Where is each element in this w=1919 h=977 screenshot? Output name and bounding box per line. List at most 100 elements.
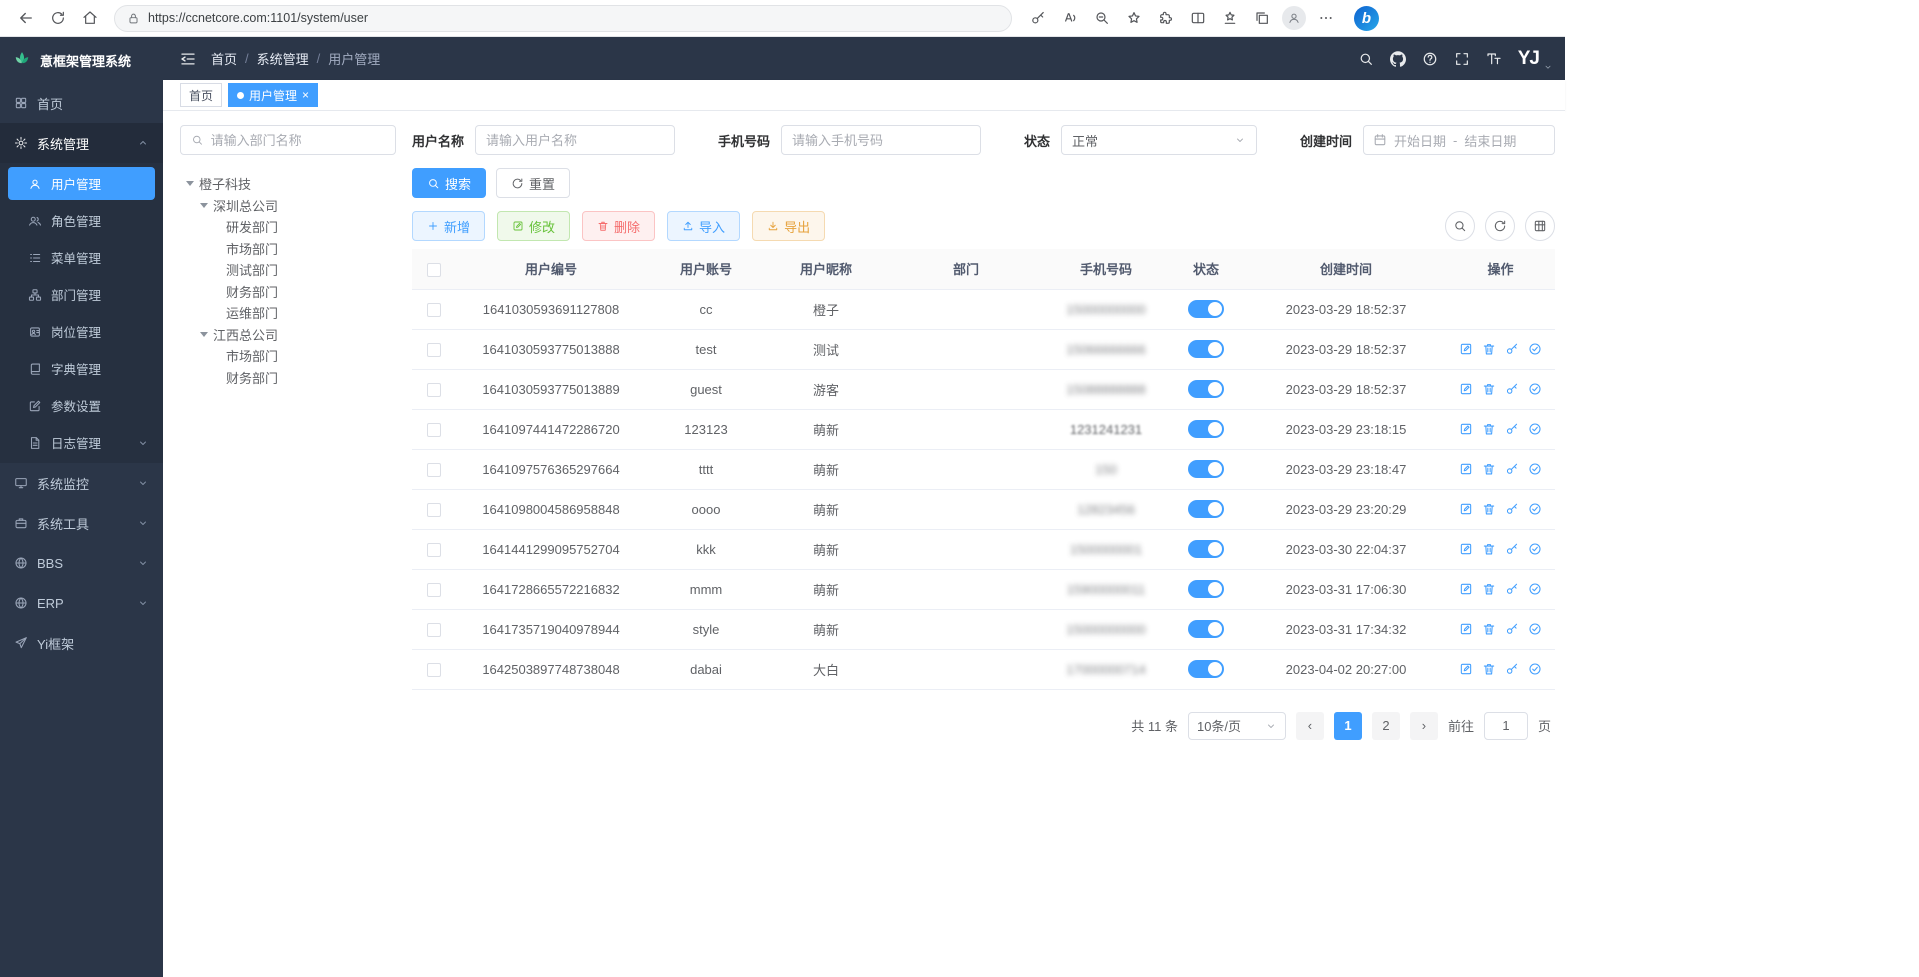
export-button[interactable]: 导出 bbox=[752, 211, 825, 241]
row-checkbox[interactable] bbox=[427, 463, 441, 477]
delete-icon[interactable] bbox=[1482, 582, 1496, 596]
extensions-icon[interactable] bbox=[1150, 3, 1182, 33]
delete-icon[interactable] bbox=[1482, 502, 1496, 516]
row-checkbox[interactable] bbox=[427, 423, 441, 437]
favorites-bar-icon[interactable] bbox=[1214, 3, 1246, 33]
sidebar-item-role-management[interactable]: 角色管理 bbox=[0, 202, 163, 239]
fullscreen-icon[interactable] bbox=[1454, 51, 1470, 67]
toggle-search-button[interactable] bbox=[1445, 211, 1475, 241]
tree-node[interactable]: 运维部门 bbox=[180, 302, 396, 324]
edit-icon[interactable] bbox=[1459, 422, 1473, 436]
assign-role-icon[interactable] bbox=[1528, 422, 1542, 436]
sidebar-item-yi-framework[interactable]: Yi框架 bbox=[0, 623, 163, 663]
password-key-icon[interactable] bbox=[1022, 3, 1054, 33]
edit-icon[interactable] bbox=[1459, 622, 1473, 636]
delete-icon[interactable] bbox=[1482, 342, 1496, 356]
sidebar-collapse-icon[interactable] bbox=[179, 50, 197, 68]
modify-button[interactable]: 修改 bbox=[497, 211, 570, 241]
delete-icon[interactable] bbox=[1482, 422, 1496, 436]
profile-avatar[interactable] bbox=[1278, 3, 1310, 33]
status-toggle[interactable] bbox=[1188, 340, 1224, 358]
status-toggle[interactable] bbox=[1188, 580, 1224, 598]
import-button[interactable]: 导入 bbox=[667, 211, 740, 241]
sidebar-item-dict-management[interactable]: 字典管理 bbox=[0, 350, 163, 387]
delete-icon[interactable] bbox=[1482, 662, 1496, 676]
sidebar-item-erp[interactable]: ERP bbox=[0, 583, 163, 623]
collections-icon[interactable] bbox=[1246, 3, 1278, 33]
copilot-icon[interactable]: b bbox=[1354, 6, 1379, 31]
row-checkbox[interactable] bbox=[427, 303, 441, 317]
status-toggle[interactable] bbox=[1188, 420, 1224, 438]
sidebar-item-bbs[interactable]: BBS bbox=[0, 543, 163, 583]
caret-down-icon[interactable] bbox=[200, 203, 208, 208]
sidebar-item-home[interactable]: 首页 bbox=[0, 83, 163, 123]
page-button-2[interactable]: 2 bbox=[1372, 712, 1400, 740]
goto-page-input[interactable] bbox=[1484, 712, 1528, 740]
edit-icon[interactable] bbox=[1459, 662, 1473, 676]
status-toggle[interactable] bbox=[1188, 660, 1224, 678]
assign-role-icon[interactable] bbox=[1528, 502, 1542, 516]
status-toggle[interactable] bbox=[1188, 460, 1224, 478]
reset-password-icon[interactable] bbox=[1505, 422, 1519, 436]
dept-search-input[interactable] bbox=[211, 133, 385, 148]
sidebar-item-log-management[interactable]: 日志管理 bbox=[0, 424, 163, 461]
row-checkbox[interactable] bbox=[427, 383, 441, 397]
row-checkbox[interactable] bbox=[427, 663, 441, 677]
tree-node[interactable]: 市场部门 bbox=[180, 238, 396, 260]
add-button[interactable]: 新增 bbox=[412, 211, 485, 241]
status-select[interactable]: 正常 bbox=[1061, 125, 1257, 155]
sidebar-item-param-settings[interactable]: 参数设置 bbox=[0, 387, 163, 424]
font-size-icon[interactable] bbox=[1486, 51, 1502, 67]
edit-icon[interactable] bbox=[1459, 382, 1473, 396]
assign-role-icon[interactable] bbox=[1528, 342, 1542, 356]
split-screen-icon[interactable] bbox=[1182, 3, 1214, 33]
assign-role-icon[interactable] bbox=[1528, 542, 1542, 556]
delete-icon[interactable] bbox=[1482, 622, 1496, 636]
edit-icon[interactable] bbox=[1459, 502, 1473, 516]
sidebar-item-user-management[interactable]: 用户管理 bbox=[8, 167, 155, 200]
favorite-add-icon[interactable] bbox=[1118, 3, 1150, 33]
github-icon[interactable] bbox=[1390, 51, 1406, 67]
edit-icon[interactable] bbox=[1459, 342, 1473, 356]
date-range-picker[interactable]: 开始日期 - 结束日期 bbox=[1363, 125, 1555, 155]
tree-node[interactable]: 深圳总公司 bbox=[180, 195, 396, 217]
tree-node[interactable]: 橙子科技 bbox=[180, 173, 396, 195]
row-checkbox[interactable] bbox=[427, 583, 441, 597]
status-toggle[interactable] bbox=[1188, 380, 1224, 398]
tab-user-management[interactable]: 用户管理 × bbox=[228, 83, 318, 107]
close-icon[interactable]: × bbox=[302, 89, 309, 101]
tree-node[interactable]: 市场部门 bbox=[180, 345, 396, 367]
status-toggle[interactable] bbox=[1188, 300, 1224, 318]
delete-icon[interactable] bbox=[1482, 462, 1496, 476]
home-icon[interactable] bbox=[74, 3, 106, 33]
reset-password-icon[interactable] bbox=[1505, 502, 1519, 516]
sidebar-item-system-tools[interactable]: 系统工具 bbox=[0, 503, 163, 543]
reset-password-icon[interactable] bbox=[1505, 622, 1519, 636]
zoom-icon[interactable] bbox=[1086, 3, 1118, 33]
status-toggle[interactable] bbox=[1188, 540, 1224, 558]
refresh-table-button[interactable] bbox=[1485, 211, 1515, 241]
user-avatar-menu[interactable]: YJ bbox=[1518, 48, 1549, 70]
page-button-1[interactable]: 1 bbox=[1334, 712, 1362, 740]
assign-role-icon[interactable] bbox=[1528, 462, 1542, 476]
address-bar[interactable]: https://ccnetcore.com:1101/system/user bbox=[114, 5, 1012, 32]
breadcrumb-home[interactable]: 首页 bbox=[211, 49, 237, 68]
assign-role-icon[interactable] bbox=[1528, 382, 1542, 396]
refresh-icon[interactable] bbox=[42, 3, 74, 33]
tree-node[interactable]: 财务部门 bbox=[180, 367, 396, 389]
row-checkbox[interactable] bbox=[427, 623, 441, 637]
tree-node[interactable]: 测试部门 bbox=[180, 259, 396, 281]
row-checkbox[interactable] bbox=[427, 503, 441, 517]
caret-down-icon[interactable] bbox=[200, 332, 208, 337]
next-page-button[interactable]: › bbox=[1410, 712, 1438, 740]
more-menu-icon[interactable] bbox=[1310, 3, 1342, 33]
page-size-select[interactable]: 10条/页 bbox=[1188, 712, 1286, 740]
prev-page-button[interactable]: ‹ bbox=[1296, 712, 1324, 740]
column-settings-button[interactable] bbox=[1525, 211, 1555, 241]
read-aloud-icon[interactable] bbox=[1054, 3, 1086, 33]
delete-icon[interactable] bbox=[1482, 382, 1496, 396]
status-toggle[interactable] bbox=[1188, 620, 1224, 638]
sidebar-item-system-management[interactable]: 系统管理 bbox=[0, 123, 163, 163]
delete-button[interactable]: 删除 bbox=[582, 211, 655, 241]
assign-role-icon[interactable] bbox=[1528, 662, 1542, 676]
